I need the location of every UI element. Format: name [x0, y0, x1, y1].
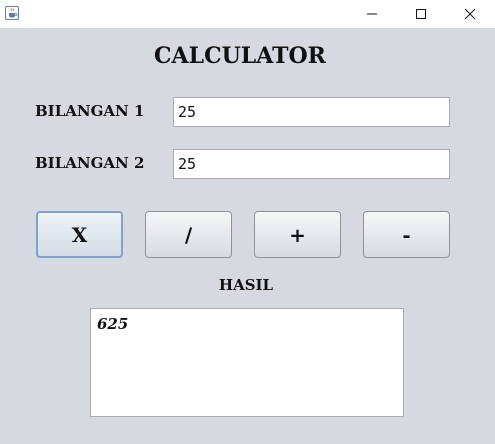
bilangan-2-label: BILANGAN 2 [35, 154, 145, 172]
maximize-button[interactable] [398, 0, 444, 28]
hasil-label: HASIL [218, 276, 274, 294]
title-bar[interactable] [0, 0, 495, 28]
close-icon [464, 5, 476, 24]
close-button[interactable] [447, 0, 493, 28]
subtract-button[interactable]: - [363, 211, 450, 258]
minimize-icon [366, 5, 378, 24]
bilangan-1-label: BILANGAN 1 [35, 102, 145, 120]
bilangan-2-input[interactable] [173, 149, 450, 179]
result-output[interactable]: 625 [90, 308, 404, 417]
add-button[interactable]: + [254, 211, 341, 258]
page-title: CALCULATOR [154, 43, 326, 69]
divide-button[interactable]: / [145, 211, 232, 258]
maximize-icon [415, 5, 427, 24]
bilangan-1-input[interactable] [173, 97, 450, 127]
java-cup-icon [5, 5, 19, 20]
calculator-panel: CALCULATOR BILANGAN 1 BILANGAN 2 X / + -… [0, 28, 495, 444]
minimize-button[interactable] [349, 0, 395, 28]
multiply-button[interactable]: X [36, 211, 123, 258]
